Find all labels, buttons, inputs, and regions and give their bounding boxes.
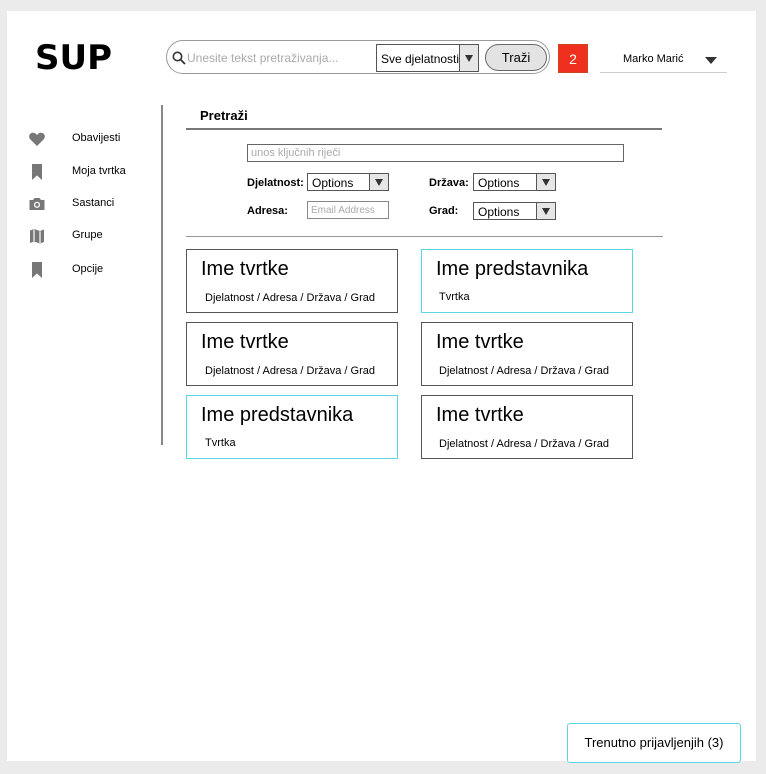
caret-down-icon[interactable] (705, 57, 717, 64)
search-button[interactable]: Traži (485, 44, 547, 71)
page-title: Pretraži (200, 108, 248, 123)
djelatnost-label: Djelatnost: (247, 177, 304, 189)
card-subtitle: Djelatnost / Adresa / Država / Grad (205, 365, 375, 377)
bookmark-icon (28, 261, 46, 279)
sidebar-item-label: Obavijesti (72, 132, 121, 144)
sidebar-item-label: Moja tvrtka (72, 165, 126, 177)
drzava-select-value: Options (478, 176, 520, 190)
result-card-company[interactable]: Ime tvrtke Djelatnost / Adresa / Država … (186, 322, 398, 386)
app-logo: SUP (35, 38, 113, 78)
keywords-input[interactable]: unos ključnih riječi (247, 144, 624, 162)
card-subtitle: Djelatnost / Adresa / Država / Grad (205, 292, 375, 304)
sidebar-item-label: Grupe (72, 229, 103, 241)
notification-badge[interactable]: 2 (558, 44, 588, 73)
chevron-down-icon (459, 45, 478, 71)
search-input[interactable]: Unesite tekst pretraživanja... (187, 51, 338, 65)
sidebar-item-label: Opcije (72, 263, 104, 275)
djelatnost-select[interactable]: Options (307, 173, 389, 191)
adresa-input[interactable]: Email Address (307, 201, 389, 219)
chevron-down-icon (369, 174, 388, 190)
result-card-company[interactable]: Ime tvrtke Djelatnost / Adresa / Država … (421, 322, 633, 386)
card-subtitle: Tvrtka (439, 291, 470, 303)
camera-icon (28, 195, 46, 213)
card-title: Ime predstavnika (436, 258, 589, 280)
title-divider (186, 128, 662, 130)
djelatnost-select-value: Options (312, 176, 354, 190)
drzava-label: Država: (429, 177, 469, 189)
user-name: Marko Marić (623, 53, 684, 65)
bookmark-icon (28, 163, 46, 181)
adresa-label: Adresa: (247, 205, 288, 217)
card-title: Ime tvrtke (201, 258, 289, 280)
category-select-value: Sve djelatnosti (381, 52, 460, 66)
card-subtitle: Djelatnost / Adresa / Država / Grad (439, 365, 609, 377)
grad-select-value: Options (478, 205, 520, 219)
result-card-representative[interactable]: Ime predstavnika Tvrtka (186, 395, 398, 459)
card-title: Ime tvrtke (436, 331, 524, 353)
chevron-down-icon (536, 174, 555, 190)
result-card-representative[interactable]: Ime predstavnika Tvrtka (421, 249, 633, 313)
card-title: Ime tvrtke (201, 331, 289, 353)
user-menu[interactable]: Marko Marić (600, 50, 727, 73)
online-users-button[interactable]: Trenutno prijavljenjih (3) (567, 723, 741, 763)
results-divider (186, 236, 663, 237)
card-subtitle: Tvrtka (205, 437, 236, 449)
heart-icon (28, 130, 46, 148)
drzava-select[interactable]: Options (473, 173, 556, 191)
map-icon (28, 227, 46, 245)
grad-label: Grad: (429, 205, 459, 217)
card-subtitle: Djelatnost / Adresa / Država / Grad (439, 438, 609, 450)
chevron-down-icon (536, 203, 555, 219)
search-icon[interactable] (172, 51, 186, 65)
sidebar-item-label: Sastanci (72, 197, 115, 209)
category-select[interactable]: Sve djelatnosti (376, 44, 479, 72)
result-card-company[interactable]: Ime tvrtke Djelatnost / Adresa / Država … (186, 249, 398, 313)
card-title: Ime tvrtke (436, 404, 524, 426)
sidebar-divider (161, 105, 163, 445)
result-card-company[interactable]: Ime tvrtke Djelatnost / Adresa / Država … (421, 395, 633, 459)
card-title: Ime predstavnika (201, 404, 354, 426)
app-frame (7, 11, 756, 761)
grad-select[interactable]: Options (473, 202, 556, 220)
